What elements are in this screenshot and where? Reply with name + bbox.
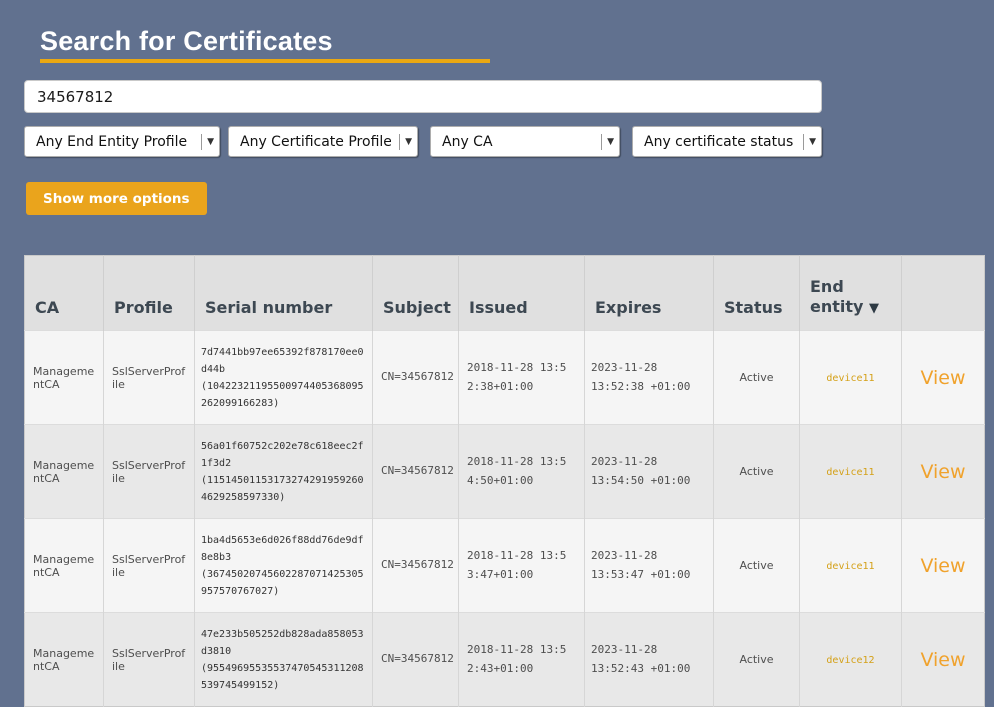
ca-cell: ManagementCA <box>25 331 104 425</box>
issued-cell: 2018-11-28 13:52:38+01:00 <box>459 331 585 425</box>
serial-decimal: (36745020745602287071425305957570767027) <box>201 566 369 600</box>
certificate-profile-select-value: Any Certificate Profile <box>240 134 391 150</box>
subject-cell: CN=34567812 <box>373 331 459 425</box>
page-title: Search for Certificates <box>40 26 333 57</box>
profile-cell: SslServerProfile <box>104 613 195 707</box>
sort-desc-icon: ▼ <box>869 301 879 316</box>
end-entity-link[interactable]: device11 <box>826 373 874 384</box>
column-header-issued[interactable]: Issued <box>459 256 585 331</box>
issued-cell: 2018-11-28 13:52:43+01:00 <box>459 613 585 707</box>
view-link[interactable]: View <box>920 555 965 577</box>
serial-decimal: (95549695535537470545311208539745499152) <box>201 660 369 694</box>
show-more-options-button[interactable]: Show more options <box>26 182 207 215</box>
chevron-down-icon: ▼ <box>601 134 614 150</box>
table-row: ManagementCA SslServerProfile 7d7441bb97… <box>25 331 985 425</box>
end-entity-link[interactable]: device12 <box>826 655 874 666</box>
end-entity-profile-select[interactable]: Any End Entity Profile ▼ <box>24 126 220 157</box>
expires-cell: 2023-11-28 13:53:47 +01:00 <box>585 519 714 613</box>
column-header-end-entity-label: End entity <box>810 277 863 316</box>
serial-hex: 1ba4d5653e6d026f88dd76de9df8e8b3 <box>201 532 369 566</box>
profile-cell: SslServerProfile <box>104 519 195 613</box>
subject-cell: CN=34567812 <box>373 613 459 707</box>
certificates-table: CA Profile Serial number Subject Issued … <box>24 255 985 707</box>
expires-cell: 2023-11-28 13:52:38 +01:00 <box>585 331 714 425</box>
serial-decimal: (10422321195500974405368095262099166283) <box>201 378 369 412</box>
view-link[interactable]: View <box>920 461 965 483</box>
ca-cell: ManagementCA <box>25 425 104 519</box>
table-row: ManagementCA SslServerProfile 56a01f6075… <box>25 425 985 519</box>
expires-cell: 2023-11-28 13:54:50 +01:00 <box>585 425 714 519</box>
end-entity-profile-select-value: Any End Entity Profile <box>36 134 187 150</box>
profile-cell: SslServerProfile <box>104 425 195 519</box>
view-cell: View <box>902 613 985 707</box>
search-input[interactable] <box>24 80 822 113</box>
table-row: ManagementCA SslServerProfile 1ba4d5653e… <box>25 519 985 613</box>
title-underline <box>40 59 490 63</box>
issued-cell: 2018-11-28 13:53:47+01:00 <box>459 519 585 613</box>
issued-cell: 2018-11-28 13:54:50+01:00 <box>459 425 585 519</box>
status-cell: Active <box>714 613 800 707</box>
ca-cell: ManagementCA <box>25 613 104 707</box>
view-cell: View <box>902 331 985 425</box>
end-entity-cell: device11 <box>800 331 902 425</box>
subject-cell: CN=34567812 <box>373 519 459 613</box>
serial-decimal: (115145011531732742919592604629258597330… <box>201 472 369 506</box>
column-header-serial-number[interactable]: Serial number <box>195 256 373 331</box>
ca-select[interactable]: Any CA ▼ <box>430 126 620 157</box>
serial-number-cell: 56a01f60752c202e78c618eec2f1f3d2 (115145… <box>195 425 373 519</box>
column-header-expires[interactable]: Expires <box>585 256 714 331</box>
column-header-profile[interactable]: Profile <box>104 256 195 331</box>
expires-cell: 2023-11-28 13:52:43 +01:00 <box>585 613 714 707</box>
view-link[interactable]: View <box>920 649 965 671</box>
filter-bar: Any End Entity Profile ▼ Any Certificate… <box>24 126 822 157</box>
end-entity-link[interactable]: device11 <box>826 467 874 478</box>
status-cell: Active <box>714 331 800 425</box>
serial-number-cell: 47e233b505252db828ada858053d3810 (955496… <box>195 613 373 707</box>
ca-select-value: Any CA <box>442 134 493 150</box>
certificate-status-select[interactable]: Any certificate status ▼ <box>632 126 822 157</box>
view-link[interactable]: View <box>920 367 965 389</box>
end-entity-link[interactable]: device11 <box>826 561 874 572</box>
view-cell: View <box>902 425 985 519</box>
status-cell: Active <box>714 425 800 519</box>
certificate-status-select-value: Any certificate status <box>644 134 793 150</box>
ca-cell: ManagementCA <box>25 519 104 613</box>
certificate-profile-select[interactable]: Any Certificate Profile ▼ <box>228 126 418 157</box>
view-cell: View <box>902 519 985 613</box>
serial-number-cell: 1ba4d5653e6d026f88dd76de9df8e8b3 (367450… <box>195 519 373 613</box>
serial-number-cell: 7d7441bb97ee65392f878170ee0d44b (1042232… <box>195 331 373 425</box>
chevron-down-icon: ▼ <box>803 134 816 150</box>
serial-hex: 56a01f60752c202e78c618eec2f1f3d2 <box>201 438 369 472</box>
column-header-status[interactable]: Status <box>714 256 800 331</box>
column-header-subject[interactable]: Subject <box>373 256 459 331</box>
column-header-ca[interactable]: CA <box>25 256 104 331</box>
end-entity-cell: device11 <box>800 425 902 519</box>
column-header-end-entity[interactable]: End entity ▼ <box>800 256 902 331</box>
chevron-down-icon: ▼ <box>201 134 214 150</box>
column-header-actions <box>902 256 985 331</box>
table-header-row: CA Profile Serial number Subject Issued … <box>25 256 985 331</box>
end-entity-cell: device12 <box>800 613 902 707</box>
subject-cell: CN=34567812 <box>373 425 459 519</box>
table-row: ManagementCA SslServerProfile 47e233b505… <box>25 613 985 707</box>
chevron-down-icon: ▼ <box>399 134 412 150</box>
serial-hex: 7d7441bb97ee65392f878170ee0d44b <box>201 344 369 378</box>
serial-hex: 47e233b505252db828ada858053d3810 <box>201 626 369 660</box>
profile-cell: SslServerProfile <box>104 331 195 425</box>
end-entity-cell: device11 <box>800 519 902 613</box>
status-cell: Active <box>714 519 800 613</box>
